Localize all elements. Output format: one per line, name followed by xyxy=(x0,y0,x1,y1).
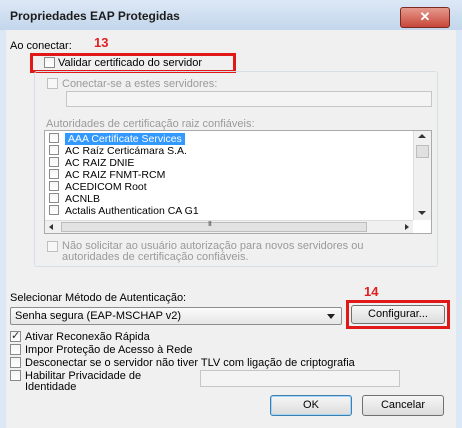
configure-button[interactable]: Configurar... xyxy=(351,305,445,324)
step-13-marker: 13 xyxy=(94,35,109,50)
step-14-marker: 14 xyxy=(364,284,379,299)
fast-reconnect-checkbox[interactable] xyxy=(10,331,21,342)
nap-checkbox[interactable] xyxy=(10,344,21,355)
connect-groupbox xyxy=(34,71,438,267)
anonymous-identity-input[interactable] xyxy=(200,370,400,387)
identity-privacy-checkbox[interactable] xyxy=(10,370,21,381)
connect-section-label: Ao conectar: xyxy=(10,40,72,52)
disconnect-tlv-label: Desconectar se o servidor não tiver TLV … xyxy=(25,357,355,369)
cancel-button[interactable]: Cancelar xyxy=(362,395,444,416)
title-bar: Propriedades EAP Protegidas ✕ xyxy=(0,0,462,31)
auth-method-value: Senha segura (EAP-MSCHAP v2) xyxy=(15,310,182,322)
nap-label: Impor Proteção de Acesso à Rede xyxy=(25,344,193,356)
auth-method-label: Selecionar Método de Autenticação: xyxy=(10,292,187,304)
disconnect-tlv-checkbox[interactable] xyxy=(10,357,21,368)
auth-method-select[interactable]: Senha segura (EAP-MSCHAP v2) xyxy=(10,307,342,325)
validate-cert-checkbox[interactable] xyxy=(44,57,55,68)
close-button[interactable]: ✕ xyxy=(400,7,450,28)
fast-reconnect-label: Ativar Reconexão Rápida xyxy=(25,331,150,343)
chevron-down-icon xyxy=(327,314,335,319)
validate-cert-label: Validar certificado do servidor xyxy=(58,57,203,69)
identity-privacy-label-line2: Identidade xyxy=(25,381,77,393)
close-icon: ✕ xyxy=(419,9,431,24)
ok-button[interactable]: OK xyxy=(270,395,352,416)
window-title: Propriedades EAP Protegidas xyxy=(10,9,180,23)
